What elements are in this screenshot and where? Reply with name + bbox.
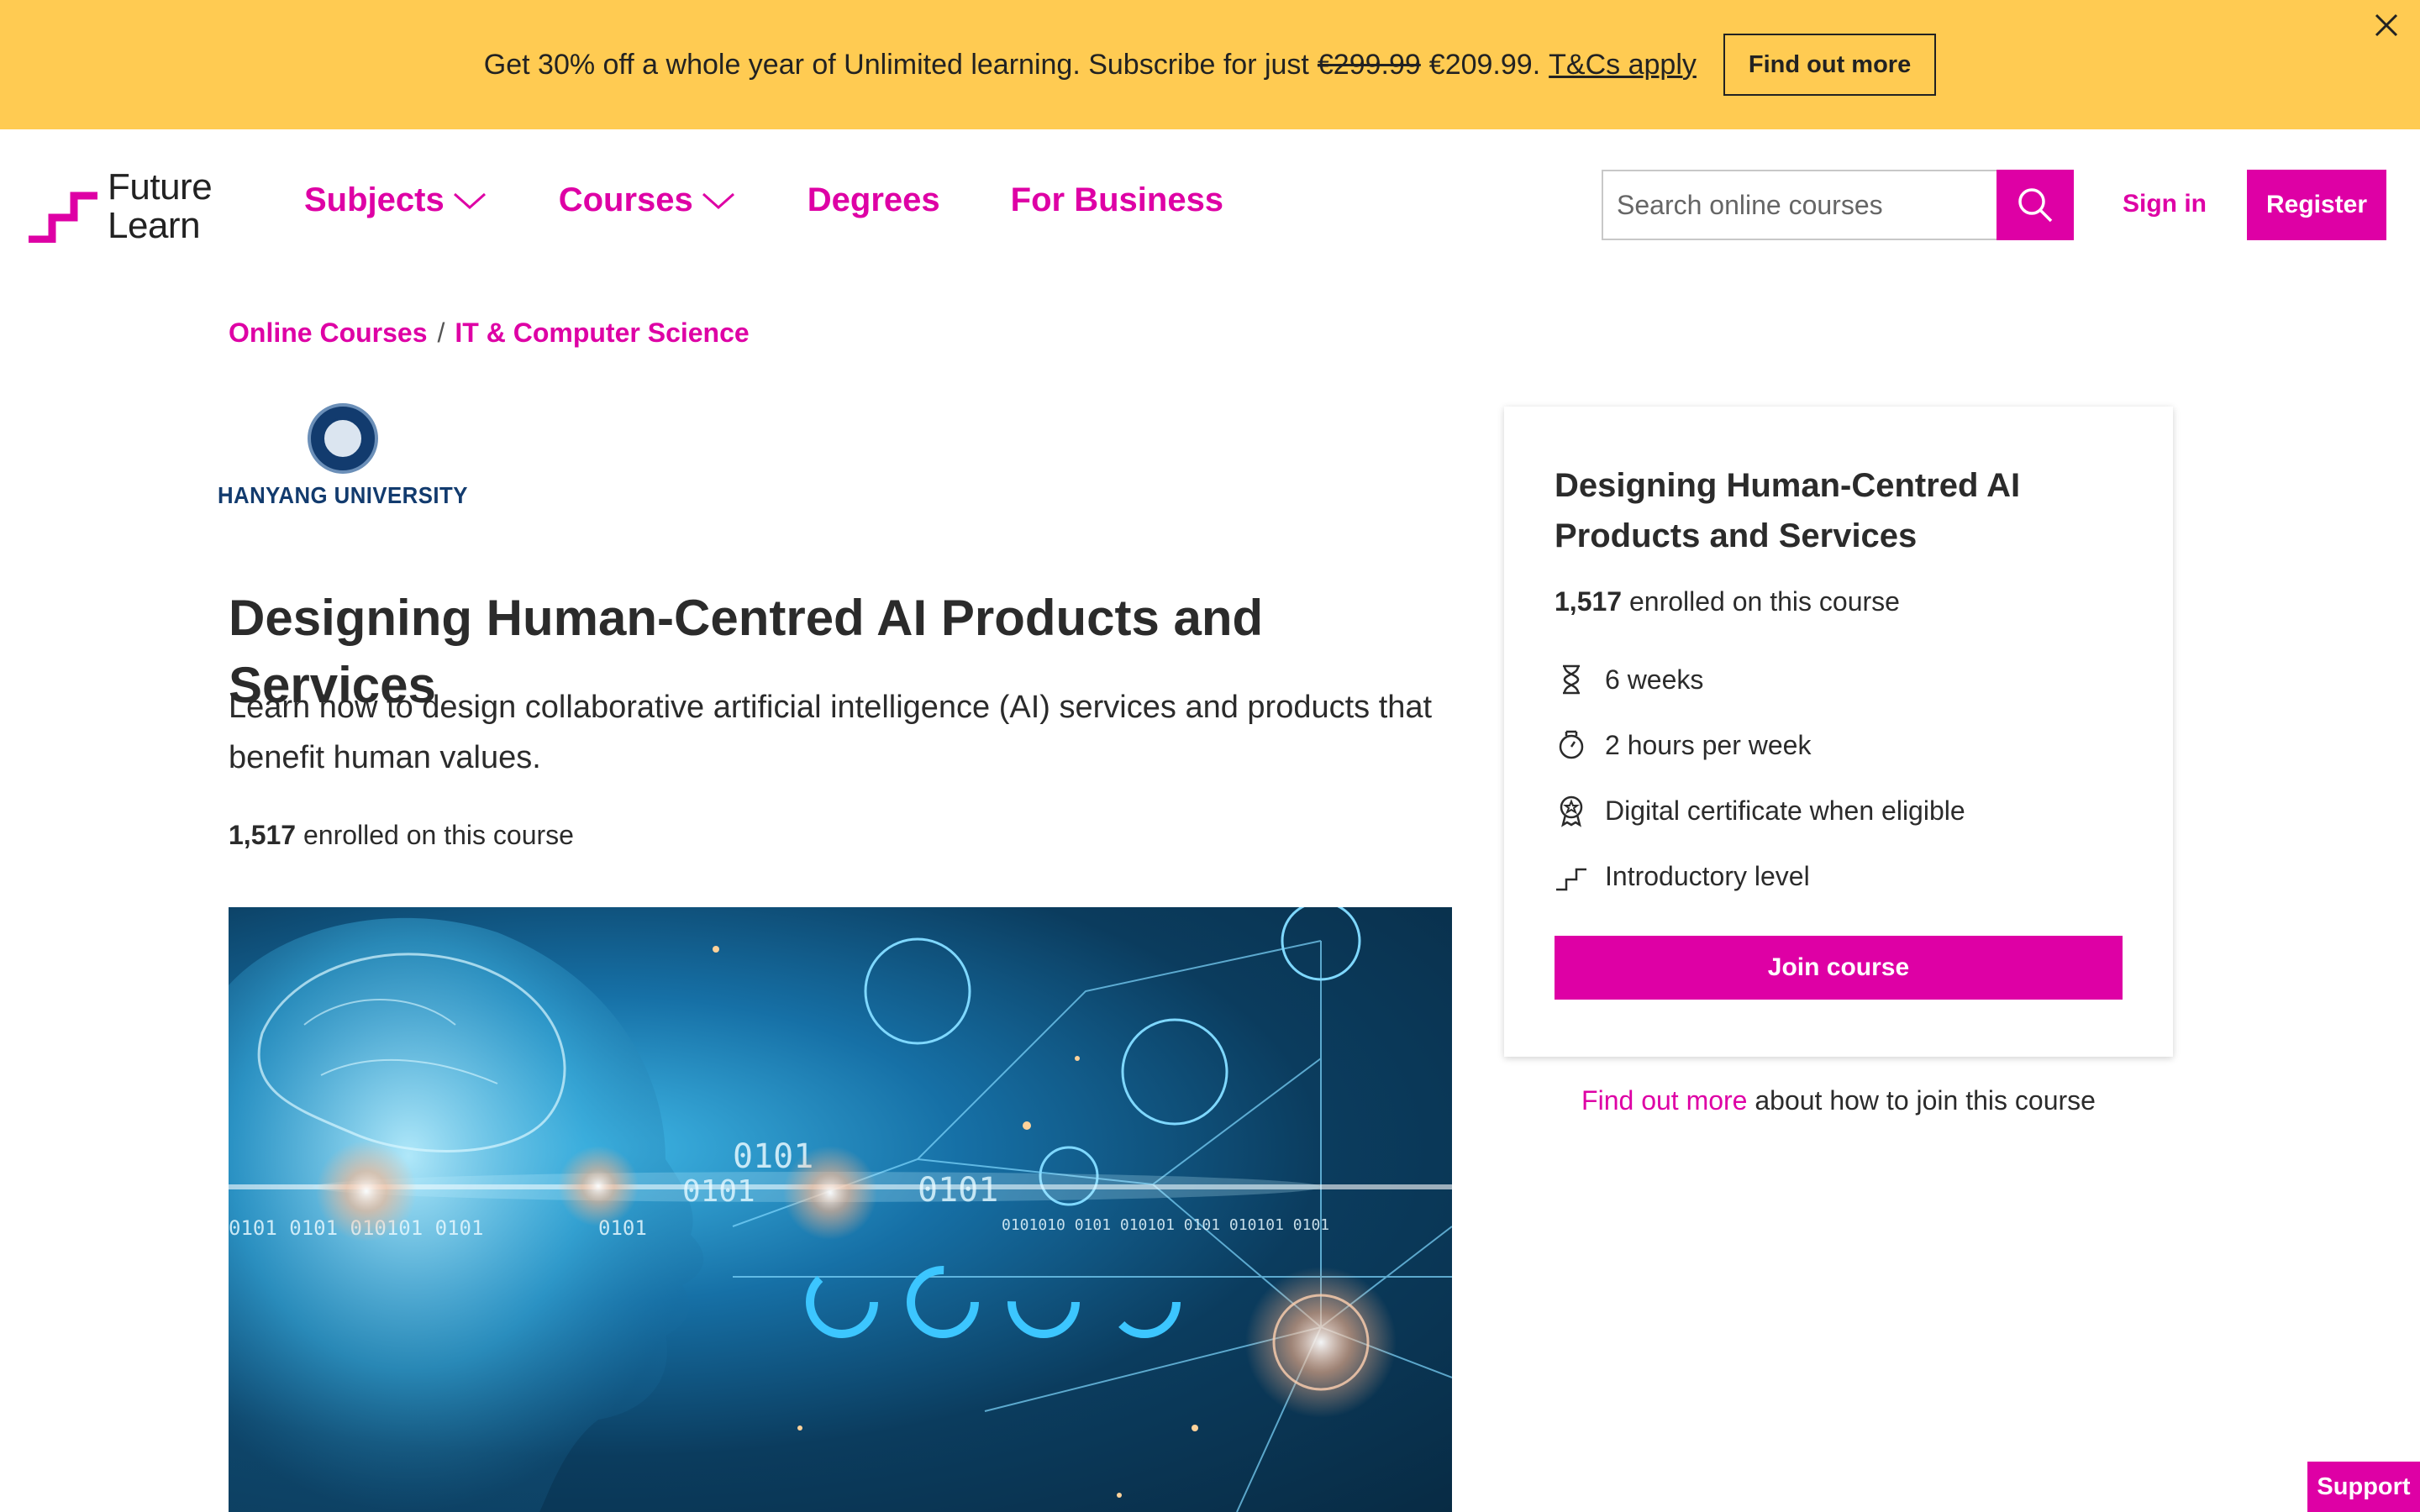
logo-wordmark: Future Learn bbox=[108, 166, 213, 246]
card-enrolled-label: enrolled on this course bbox=[1628, 586, 1900, 617]
register-button[interactable]: Register bbox=[2247, 170, 2386, 240]
promo-new-price: €209.99. bbox=[1428, 48, 1541, 81]
terms-link[interactable]: T&Cs apply bbox=[1549, 49, 1697, 81]
card-enrolled-count: 1,517 enrolled on this course bbox=[1555, 586, 1900, 617]
stopwatch-icon bbox=[1559, 730, 1584, 759]
feature-duration: 6 weeks bbox=[1555, 647, 1965, 712]
join-info: Find out more about how to join this cou… bbox=[1504, 1085, 2173, 1116]
nav-subjects-label: Subjects bbox=[304, 181, 445, 218]
certificate-icon bbox=[1560, 795, 1583, 827]
nav-subjects[interactable]: Subjects bbox=[304, 181, 488, 219]
university-name: HANYANG UNIVERSITY bbox=[218, 482, 468, 508]
search-button[interactable] bbox=[1996, 170, 2074, 240]
promo-text: Get 30% off a whole year of Unlimited le… bbox=[483, 48, 1309, 81]
promo-old-price: €299.99 bbox=[1317, 48, 1421, 81]
course-features-list: 6 weeks 2 hours per week Digital certifi… bbox=[1555, 647, 1965, 909]
search-icon bbox=[2018, 188, 2053, 223]
breadcrumb: Online Courses / IT & Computer Science bbox=[229, 318, 750, 349]
feature-level-label: Introductory level bbox=[1605, 860, 1810, 891]
nav-for-business[interactable]: For Business bbox=[1011, 181, 1223, 219]
find-out-more-text: about how to join this course bbox=[1754, 1085, 2096, 1116]
nav-courses-label: Courses bbox=[558, 181, 693, 218]
card-enrolled-number: 1,517 bbox=[1555, 586, 1623, 617]
enrolled-label: enrolled on this course bbox=[302, 820, 574, 850]
feature-certificate: Digital certificate when eligible bbox=[1555, 778, 1965, 843]
enrolled-count: 1,517 enrolled on this course bbox=[229, 820, 574, 851]
find-out-more-link[interactable]: Find out more bbox=[1581, 1085, 1747, 1116]
feature-level: Introductory level bbox=[1555, 843, 1965, 909]
steps-icon bbox=[1556, 868, 1586, 891]
hourglass-icon bbox=[1563, 664, 1580, 695]
feature-certificate-label: Digital certificate when eligible bbox=[1605, 795, 1965, 826]
chevron-down-icon bbox=[702, 192, 734, 209]
enrolled-number: 1,517 bbox=[229, 820, 297, 850]
main-nav: Subjects Courses Degrees For Business bbox=[304, 181, 1294, 219]
breadcrumb-it-computer-science[interactable]: IT & Computer Science bbox=[455, 318, 749, 349]
search-input[interactable] bbox=[1602, 170, 1996, 240]
logo-steps-icon bbox=[29, 192, 97, 243]
nav-degrees[interactable]: Degrees bbox=[808, 181, 940, 219]
breadcrumb-online-courses[interactable]: Online Courses bbox=[229, 318, 428, 349]
university-logo[interactable]: HANYANG UNIVERSITY bbox=[218, 403, 467, 509]
promo-banner: Get 30% off a whole year of Unlimited le… bbox=[0, 0, 2420, 129]
feature-duration-label: 6 weeks bbox=[1605, 664, 1704, 695]
futurelearn-logo[interactable]: Future Learn bbox=[27, 166, 213, 246]
feature-hours-label: 2 hours per week bbox=[1605, 729, 1812, 760]
nav-courses[interactable]: Courses bbox=[559, 181, 737, 219]
site-header: Future Learn Subjects Courses Degrees Fo… bbox=[0, 129, 2420, 281]
card-title: Designing Human-Centred AI Products and … bbox=[1555, 467, 2021, 554]
course-description: Learn how to design collaborative artifi… bbox=[229, 690, 1433, 775]
join-course-button[interactable]: Join course bbox=[1555, 936, 2123, 1000]
course-summary-card: Designing Human-Centred AI Products and … bbox=[1504, 407, 2173, 1057]
sign-in-link[interactable]: Sign in bbox=[2123, 190, 2207, 218]
feature-hours: 2 hours per week bbox=[1555, 712, 1965, 778]
logo-line2: Learn bbox=[108, 205, 201, 246]
breadcrumb-separator: / bbox=[437, 318, 445, 348]
chevron-down-icon bbox=[453, 192, 486, 209]
logo-line1: Future bbox=[108, 166, 213, 207]
close-icon[interactable] bbox=[2370, 8, 2403, 42]
promo-message: Get 30% off a whole year of Unlimited le… bbox=[483, 34, 1937, 96]
svg-text:0101010 0101 010101 0101 01010: 0101010 0101 010101 0101 010101 0101 bbox=[1002, 1216, 1329, 1234]
promo-find-out-more-button[interactable]: Find out more bbox=[1723, 34, 1937, 96]
search-bar bbox=[1602, 170, 2074, 240]
support-button[interactable]: Support bbox=[2307, 1462, 2420, 1512]
course-hero-image: 0101 0101 0101 01 01 01 01 01 01 01 01 01 010… bbox=[229, 907, 1452, 1512]
university-seal-icon bbox=[308, 403, 378, 474]
